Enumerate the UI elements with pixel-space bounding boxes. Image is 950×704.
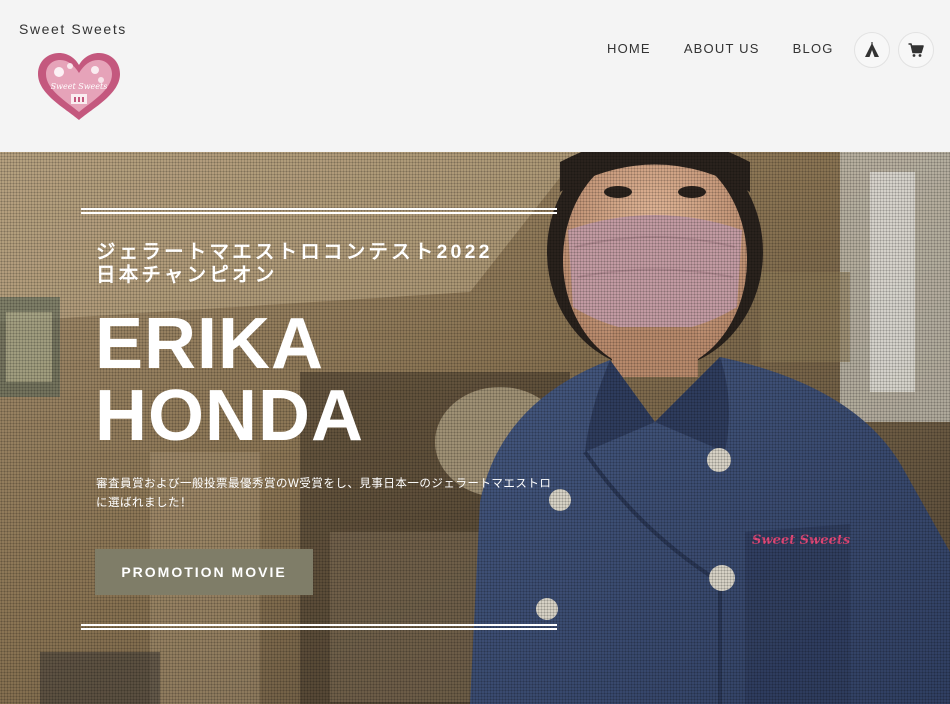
cart-button[interactable] xyxy=(898,32,934,68)
nav-blog-link[interactable]: BLOG xyxy=(793,41,834,56)
subtitle-line-1: ジェラートマエストロコンテスト2022 xyxy=(96,241,493,263)
logo-text: Sweet Sweets xyxy=(51,82,108,91)
cart-icon xyxy=(908,43,924,57)
promotion-movie-button[interactable]: PROMOTION MOVIE xyxy=(95,549,313,595)
name-line-2: HONDA xyxy=(95,376,364,456)
top-divider xyxy=(81,208,557,214)
subtitle-line-2: 日本チャンピオン xyxy=(96,264,278,286)
bottom-divider xyxy=(81,624,557,630)
brand-name[interactable]: Sweet Sweets xyxy=(19,21,127,37)
jacket-embroidery: Sweet Sweets xyxy=(752,533,851,548)
tent-icon xyxy=(865,42,879,57)
nav-about-link[interactable]: ABOUT US xyxy=(684,41,760,56)
hero-subtitle: ジェラートマエストロコンテスト2022 日本チャンピオン xyxy=(96,241,493,287)
hero-description: 審査員賞および一般投票最優秀賞のW受賞をし、見事日本一のジェラートマエストロに選… xyxy=(96,478,552,509)
hero-section: Sweet Sweets ジェラートマエストロコンテスト2022 日本チャンピオ… xyxy=(0,152,950,704)
main-nav: HOME ABOUT US BLOG xyxy=(607,41,834,56)
site-header: Sweet Sweets Sweet Sweets HOME ABOUT US … xyxy=(0,0,950,152)
name-line-1: ERIKA xyxy=(95,304,325,384)
nav-home-link[interactable]: HOME xyxy=(607,41,651,56)
heart-logo[interactable]: Sweet Sweets xyxy=(35,50,123,122)
tent-button[interactable] xyxy=(854,32,890,68)
hero-name: ERIKA HONDA xyxy=(95,308,364,452)
